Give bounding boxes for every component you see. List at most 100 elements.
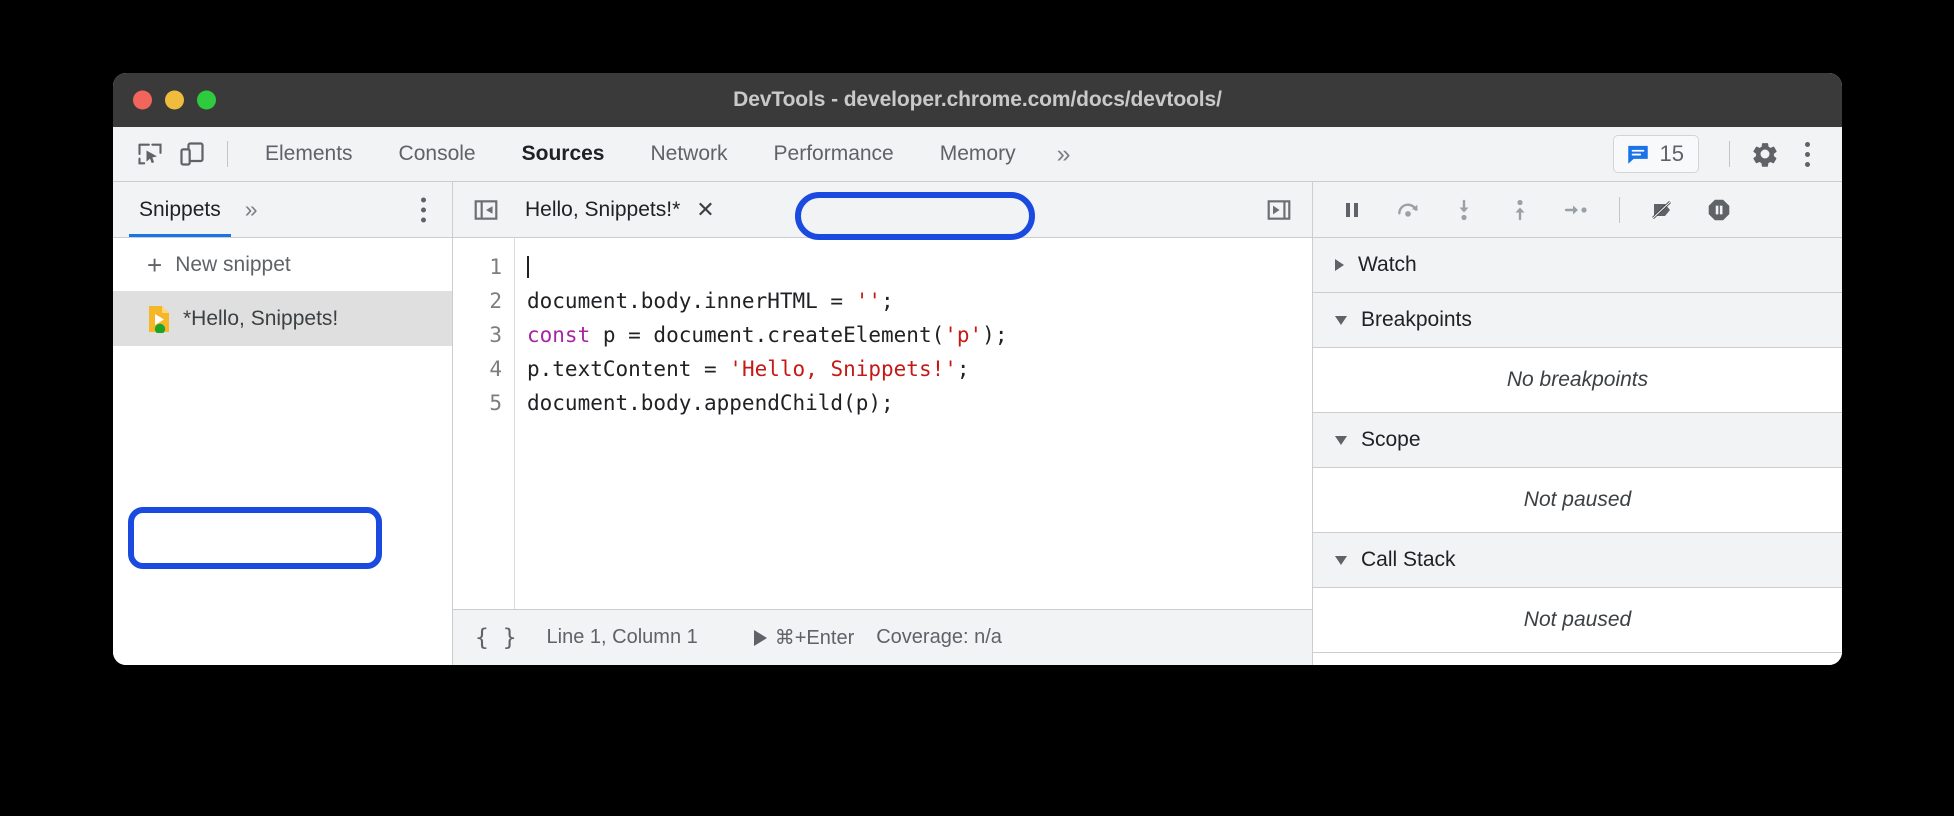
toolbar-divider [227,141,228,167]
code-line [527,250,1312,284]
code-token: 'p' [944,323,983,347]
debugger-toolbar [1313,182,1842,238]
issues-count: 15 [1659,141,1684,166]
code-area: 12345 document.body.innerHTML = ''; const… [453,238,1312,609]
code-token: document.body.innerHTML = [527,289,856,313]
list-item-label: *Hello, Snippets! [183,307,339,330]
plus-icon: + [147,249,163,280]
code-line: p.textContent = 'Hello, Snippets!'; [527,352,1312,386]
screenshot-root: DevTools - developer.chrome.com/docs/dev… [0,0,1954,816]
code-token: '' [855,289,882,313]
line-number: 3 [489,323,502,347]
window-titlebar: DevTools - developer.chrome.com/docs/dev… [113,73,1842,127]
tab-sources[interactable]: Sources [499,127,628,181]
navigator-more-options-icon[interactable] [421,197,426,222]
tab-console[interactable]: Console [376,127,499,181]
chevron-right-icon [1335,259,1344,271]
show-debugger-icon[interactable] [1258,189,1300,231]
editor-statusbar: { } Line 1, Column 1 ⌘+Enter Coverage: n… [453,609,1312,665]
run-snippet-button[interactable]: ⌘+Enter [753,625,876,650]
code-content[interactable]: document.body.innerHTML = ''; const p = d… [515,238,1312,609]
section-header-scope[interactable]: Scope [1313,413,1842,468]
line-number: 5 [489,391,502,415]
run-shortcut-label: ⌘+Enter [774,627,855,649]
debugger-toolbar-divider [1619,196,1620,223]
tab-memory[interactable]: Memory [917,127,1039,181]
more-tabs-chevron-icon[interactable]: » [1039,141,1089,167]
navigator-sidebar: Snippets » + New snippet *Hello, Snippet… [113,182,453,665]
new-snippet-button[interactable]: + New snippet [113,238,452,292]
sidebar-tab-snippets[interactable]: Snippets [129,182,231,237]
code-line: const p = document.createElement('p'); [527,318,1312,352]
code-token: ; [881,289,894,313]
device-toolbar-icon[interactable] [171,133,213,175]
call-stack-empty-message: Not paused [1313,588,1842,653]
editor-tab-label: Hello, Snippets!* [525,197,681,221]
code-line: document.body.innerHTML = ''; [527,284,1312,318]
code-token: 'Hello, Snippets!' [729,357,957,381]
run-snippet-icon [753,629,767,646]
close-icon[interactable]: ✕ [696,197,714,223]
step-into-next-function-call-icon[interactable] [1447,193,1481,227]
editor-tabbar-right [1258,189,1300,231]
code-line: document.body.appendChild(p); [527,386,1312,420]
close-window-button[interactable] [133,90,152,110]
tab-performance[interactable]: Performance [751,127,917,181]
maximize-window-button[interactable] [197,90,216,110]
scope-empty-message: Not paused [1313,468,1842,533]
line-number: 1 [489,255,502,279]
inspect-element-icon[interactable] [129,133,171,175]
navigator-header: Snippets » [113,182,452,238]
window-title: DevTools - developer.chrome.com/docs/dev… [733,88,1222,111]
section-header-watch[interactable]: Watch [1313,238,1842,293]
section-label: Breakpoints [1361,308,1472,331]
highlight-ring-snippet [128,507,382,569]
issues-badge[interactable]: 15 [1612,135,1699,173]
new-snippet-label: New snippet [175,252,291,276]
code-token: const [527,323,591,347]
editor-tab-hello-snippets[interactable]: Hello, Snippets!* ✕ [507,188,733,231]
list-item[interactable]: *Hello, Snippets! [113,292,452,346]
minimize-window-button[interactable] [165,90,184,110]
devtools-body: Snippets » + New snippet *Hello, Snippet… [113,182,1842,665]
snippet-file-icon [147,305,171,335]
line-number: 4 [489,357,502,381]
window-controls [133,90,216,110]
show-navigator-icon[interactable] [465,189,507,231]
section-header-breakpoints[interactable]: Breakpoints [1313,293,1842,348]
sidebar-more-tabs-chevron-icon[interactable]: » [245,196,258,223]
pretty-print-icon[interactable]: { } [475,625,547,651]
pause-on-exceptions-icon[interactable] [1702,193,1736,227]
resume-script-execution-icon[interactable] [1335,193,1369,227]
code-token: document.body.appendChild(p); [527,391,894,415]
step-icon[interactable] [1559,193,1593,227]
step-out-of-current-function-icon[interactable] [1503,193,1537,227]
tab-network[interactable]: Network [627,127,750,181]
devtools-main-toolbar: Elements Console Sources Network Perform… [113,127,1842,182]
debugger-sidebar: Watch Breakpoints No breakpoints Scope N… [1312,182,1842,665]
deactivate-breakpoints-icon[interactable] [1646,193,1680,227]
code-token: p = document.createElement( [590,323,945,347]
devtools-window: DevTools - developer.chrome.com/docs/dev… [113,73,1842,665]
toolbar-right-group: 15 [1612,133,1828,175]
coverage-label: Coverage: n/a [876,626,1002,648]
code-token: ); [982,323,1008,347]
code-token: ; [956,357,970,381]
more-options-icon[interactable] [1786,133,1828,175]
gear-icon[interactable] [1744,133,1786,175]
highlight-ring-editor-tab [795,192,1035,240]
editor-tabbar: Hello, Snippets!* ✕ [453,182,1312,240]
section-label: Watch [1358,253,1417,276]
debugger-sections: Watch Breakpoints No breakpoints Scope N… [1313,238,1842,653]
line-number-gutter: 1 2 3 4 5 [453,238,515,609]
step-over-next-function-call-icon[interactable] [1391,193,1425,227]
source-editor-pane: Hello, Snippets!* ✕ 1 2 3 4 5 document.b… [453,182,1312,665]
cursor-position: Line 1, Column 1 [546,626,698,648]
code-token: p.textContent = [527,357,730,381]
issues-message-icon [1627,145,1648,164]
text-cursor [527,256,529,278]
tab-elements[interactable]: Elements [242,127,376,181]
toolbar-divider-2 [1729,141,1730,167]
section-header-call-stack[interactable]: Call Stack [1313,533,1842,588]
chevron-down-icon [1335,555,1347,565]
